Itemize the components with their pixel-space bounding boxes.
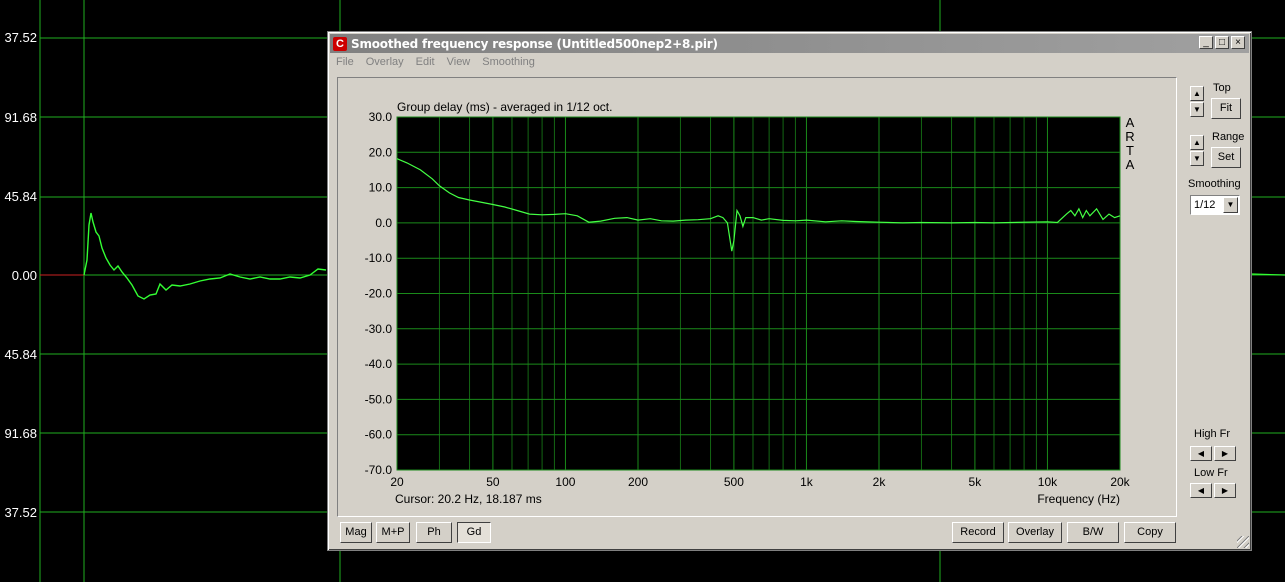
x-tick-label: 2k xyxy=(873,475,887,489)
overlay-button[interactable]: Overlay xyxy=(1008,522,1062,543)
y-tick-label: 30.0 xyxy=(369,110,393,124)
y-tick-label: -60.0 xyxy=(365,428,393,442)
smoothed-response-window[interactable]: C Smoothed frequency response (Untitled5… xyxy=(327,31,1252,551)
y-tick-label: 10.0 xyxy=(369,181,393,195)
y-tick-label: 20.0 xyxy=(369,145,393,159)
chart-title: Group delay (ms) - averaged in 1/12 oct. xyxy=(397,100,612,114)
bg-y-label: 91.68 xyxy=(4,426,37,441)
arta-watermark-letter: T xyxy=(1126,143,1134,158)
menu-edit[interactable]: Edit xyxy=(416,56,435,68)
x-tick-label: 50 xyxy=(486,475,500,489)
menu-view[interactable]: View xyxy=(447,56,471,68)
bg-y-label: 91.68 xyxy=(4,110,37,125)
high-fr-right-button[interactable]: ▶ xyxy=(1214,446,1236,461)
range-down-spinner[interactable]: ▼ xyxy=(1190,151,1204,166)
title-bar[interactable]: C Smoothed frequency response (Untitled5… xyxy=(330,34,1249,53)
bw-button[interactable]: B/W xyxy=(1067,522,1119,543)
bg-y-label: 37.52 xyxy=(4,30,37,45)
low-fr-right-button[interactable]: ▶ xyxy=(1214,483,1236,498)
bg-y-label: 45.84 xyxy=(4,189,37,204)
x-tick-label: 100 xyxy=(555,475,575,489)
smoothing-label: Smoothing xyxy=(1188,178,1241,190)
record-button[interactable]: Record xyxy=(952,522,1004,543)
top-label: Top xyxy=(1213,82,1231,94)
minimize-button[interactable]: _ xyxy=(1199,36,1213,49)
fit-button[interactable]: Fit xyxy=(1211,98,1241,119)
x-tick-label: 5k xyxy=(969,475,983,489)
x-tick-label: 20k xyxy=(1110,475,1130,489)
x-tick-label: 10k xyxy=(1038,475,1058,489)
set-button[interactable]: Set xyxy=(1211,147,1241,168)
mag-button[interactable]: Mag xyxy=(340,522,372,543)
maximize-button[interactable]: □ xyxy=(1215,36,1229,49)
bg-y-label: 45.84 xyxy=(4,347,37,362)
chevron-down-icon[interactable]: ▼ xyxy=(1223,197,1238,213)
y-tick-label: 0.0 xyxy=(375,216,392,230)
y-tick-label: -20.0 xyxy=(365,287,393,301)
y-tick-label: -70.0 xyxy=(365,463,393,477)
cursor-readout: Cursor: 20.2 Hz, 18.187 ms xyxy=(395,492,542,506)
smoothing-select[interactable]: 1/12 ▼ xyxy=(1190,195,1240,215)
close-button[interactable]: × xyxy=(1231,36,1245,49)
smoothing-value: 1/12 xyxy=(1194,199,1216,211)
menu-smoothing[interactable]: Smoothing xyxy=(482,56,535,68)
y-tick-label: -40.0 xyxy=(365,357,393,371)
top-up-spinner[interactable]: ▲ xyxy=(1190,86,1204,101)
resize-grip[interactable] xyxy=(1237,536,1249,548)
low-fr-label: Low Fr xyxy=(1194,467,1228,479)
range-up-spinner[interactable]: ▲ xyxy=(1190,135,1204,150)
ph-button[interactable]: Ph xyxy=(416,522,452,543)
low-fr-left-button[interactable]: ◀ xyxy=(1190,483,1212,498)
group-delay-chart[interactable]: Group delay (ms) - averaged in 1/12 oct.… xyxy=(338,78,1176,516)
x-tick-label: 1k xyxy=(800,475,814,489)
window-title: Smoothed frequency response (Untitled500… xyxy=(351,36,718,51)
bg-impulse-trace xyxy=(83,212,327,300)
x-tick-label: 20 xyxy=(390,475,404,489)
app-logo-icon[interactable]: C xyxy=(333,36,347,51)
arta-watermark-letter: A xyxy=(1126,115,1135,130)
x-tick-label: 500 xyxy=(724,475,744,489)
menu-overlay[interactable]: Overlay xyxy=(366,56,404,68)
copy-button[interactable]: Copy xyxy=(1124,522,1176,543)
bg-y-label: 0.00 xyxy=(11,268,37,283)
y-tick-label: -10.0 xyxy=(365,251,393,265)
y-tick-label: -30.0 xyxy=(365,322,393,336)
x-tick-label: 200 xyxy=(628,475,648,489)
m-plus-p-button[interactable]: M+P xyxy=(376,522,410,543)
arta-watermark-letter: A xyxy=(1126,157,1135,172)
y-tick-label: -50.0 xyxy=(365,392,393,406)
menu-bar: File Overlay Edit View Smoothing xyxy=(336,56,535,68)
gd-button[interactable]: Gd xyxy=(457,522,491,543)
high-fr-label: High Fr xyxy=(1194,428,1231,440)
plot-frame[interactable]: Group delay (ms) - averaged in 1/12 oct.… xyxy=(337,77,1177,517)
menu-file[interactable]: File xyxy=(336,56,354,68)
range-label: Range xyxy=(1212,131,1245,143)
top-down-spinner[interactable]: ▼ xyxy=(1190,102,1204,117)
bg-y-label: 37.52 xyxy=(4,505,37,520)
arta-watermark-letter: R xyxy=(1125,129,1134,144)
x-axis-label: Frequency (Hz) xyxy=(1037,492,1120,506)
high-fr-left-button[interactable]: ◀ xyxy=(1190,446,1212,461)
